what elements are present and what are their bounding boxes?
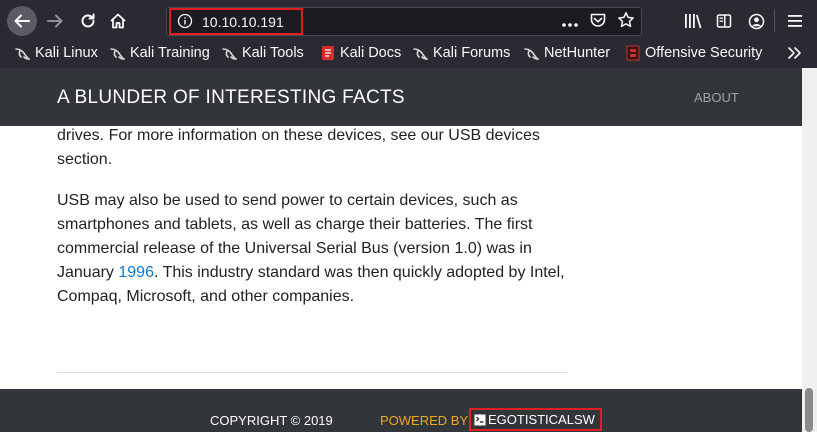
site-title[interactable]: A BLUNDER OF INTERESTING FACTS (57, 87, 405, 109)
bookmarks-overflow-button[interactable] (786, 45, 802, 65)
bookmark-label: Kali Docs (340, 45, 402, 61)
pocket-icon[interactable] (589, 11, 607, 33)
bookmark-kali-forums[interactable]: Kali Forums (413, 45, 510, 61)
bookmark-kali-linux[interactable]: Kali Linux (15, 45, 98, 61)
bookmark-kali-training[interactable]: Kali Training (110, 45, 210, 61)
reload-button[interactable] (73, 6, 103, 36)
library-icon (685, 14, 702, 29)
library-button[interactable] (681, 9, 705, 33)
scrollbar-thumb[interactable] (805, 388, 813, 432)
page-actions-icon[interactable] (561, 13, 579, 32)
bookmark-nethunter[interactable]: NetHunter (524, 45, 610, 61)
powered-by-text: POWERED BY (380, 413, 469, 428)
browser-toolbar: 10.10.10.191 (0, 0, 817, 42)
arrow-right-icon (47, 14, 63, 28)
article-content: drives. For more information on these de… (0, 126, 802, 389)
kali-dragon-icon (15, 47, 30, 60)
site-header: A BLUNDER OF INTERESTING FACTS ABOUT (0, 68, 802, 126)
bookmarks-toolbar: Kali Linux Kali Training Kali Tools Kali… (0, 42, 817, 68)
kali-dragon-icon (110, 47, 125, 60)
account-button[interactable] (744, 9, 768, 33)
site-footer: COPYRIGHT © 2019 POWERED BY EGOTISTICALS… (0, 389, 802, 432)
bookmark-label: Kali Tools (242, 45, 304, 61)
bookmark-star-icon[interactable] (617, 11, 635, 33)
bookmark-label: Offensive Security (645, 45, 763, 61)
info-icon[interactable] (177, 13, 193, 33)
kali-dragon-icon (222, 47, 237, 60)
nav-about-link[interactable]: ABOUT (694, 90, 739, 105)
sidebar-icon (716, 14, 732, 28)
article-paragraph: USB may also be used to send power to ce… (57, 189, 577, 309)
kali-dragon-icon (413, 47, 428, 60)
toolbar-separator (774, 10, 775, 32)
bookmark-offensive-security[interactable]: Offensive Security (626, 45, 762, 61)
kali-dragon-icon (524, 47, 539, 60)
reload-icon (81, 13, 95, 28)
back-button[interactable] (7, 6, 37, 36)
bookmark-kali-tools[interactable]: Kali Tools (222, 45, 304, 61)
brand-link[interactable]: EGOTISTICALSW (469, 408, 602, 431)
kali-docs-icon (322, 46, 334, 60)
forward-button[interactable] (40, 6, 70, 36)
copyright-text: COPYRIGHT © 2019 (210, 413, 333, 428)
bookmark-label: Kali Linux (35, 45, 98, 61)
url-text[interactable]: 10.10.10.191 (202, 14, 284, 30)
page-scrollbar[interactable] (802, 68, 817, 432)
chevron-double-right-icon (788, 47, 801, 59)
url-actions (561, 11, 635, 33)
menu-button[interactable] (783, 9, 807, 33)
article-paragraph: drives. For more information on these de… (57, 127, 540, 168)
year-link[interactable]: 1996 (118, 264, 154, 281)
home-button[interactable] (103, 6, 133, 36)
brand-name: EGOTISTICALSW (488, 412, 595, 427)
content-divider (57, 372, 567, 373)
account-icon (748, 13, 764, 29)
sidebar-button[interactable] (712, 9, 736, 33)
bookmark-label: Kali Forums (433, 45, 511, 61)
bookmark-label: Kali Training (130, 45, 210, 61)
brand-logo-icon (474, 414, 486, 425)
home-icon (110, 13, 126, 29)
url-bar[interactable]: 10.10.10.191 (166, 7, 642, 36)
hamburger-menu-icon (788, 15, 802, 27)
bookmark-kali-docs[interactable]: Kali Docs (321, 45, 401, 61)
bookmark-label: NetHunter (544, 45, 611, 61)
offsec-icon (626, 45, 640, 61)
arrow-left-icon (14, 14, 30, 28)
